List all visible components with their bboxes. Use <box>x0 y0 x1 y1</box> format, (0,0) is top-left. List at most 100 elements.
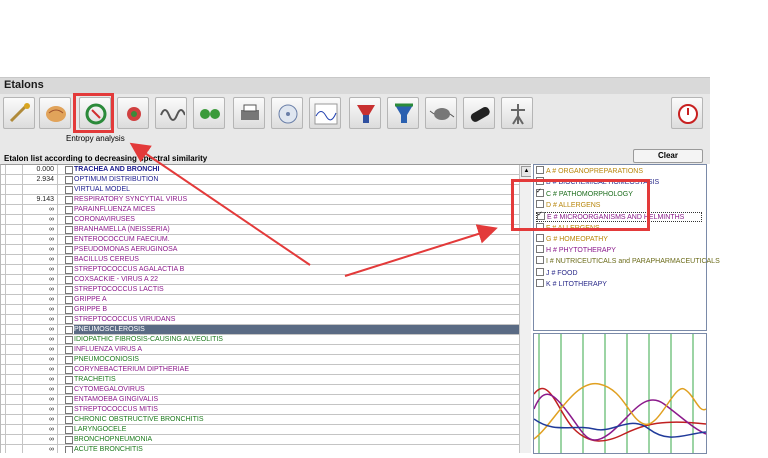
table-row[interactable]: ∞ CHRONIC OBSTRUCTIVE BRONCHITIS <box>1 415 519 425</box>
etalon-name: GRIPPE A <box>74 296 107 303</box>
disk-icon <box>278 104 298 124</box>
scroll-up-arrow-icon[interactable]: ▲ <box>521 166 531 177</box>
etalon-name: BACILLUS CEREUS <box>74 256 139 263</box>
row-checkbox[interactable] <box>65 176 73 184</box>
virus-button[interactable] <box>117 97 149 129</box>
row-checkbox[interactable] <box>65 246 73 254</box>
row-checkbox[interactable] <box>65 376 73 384</box>
row-index-cell <box>5 335 23 344</box>
row-checkbox[interactable] <box>65 296 73 304</box>
table-row[interactable]: ∞ CORONAVIRUSES <box>1 215 519 225</box>
capsule-button[interactable] <box>463 97 495 129</box>
brain-button[interactable] <box>39 97 71 129</box>
bacteria-button[interactable] <box>425 97 457 129</box>
table-row[interactable]: ∞ PARAINFLUENZA MICES <box>1 205 519 215</box>
row-checkbox[interactable] <box>65 406 73 414</box>
table-row[interactable]: ∞ ENTEROCOCCUM FAECIUM. <box>1 235 519 245</box>
row-checkbox[interactable] <box>65 316 73 324</box>
row-checkbox[interactable] <box>65 356 73 364</box>
etalon-name: BRANHAMELLA (NEISSERIA) <box>74 226 170 233</box>
table-row[interactable]: ∞ BACILLUS CEREUS <box>1 255 519 265</box>
etalon-name: TRACHEA AND BRONCHI <box>74 166 160 173</box>
category-item[interactable]: I # NUTRICEUTICALS and PARAPHARMACEUTICA… <box>536 256 720 266</box>
etalon-name: RESPIRATORY SYNCYTIAL VIRUS <box>74 196 188 203</box>
red-funnel-button[interactable] <box>349 97 381 129</box>
category-checkbox[interactable] <box>536 233 544 242</box>
row-checkbox[interactable] <box>65 306 73 314</box>
row-checkbox[interactable] <box>65 336 73 344</box>
row-checkbox[interactable] <box>65 366 73 374</box>
blue-funnel-button[interactable] <box>387 97 419 129</box>
category-checkbox[interactable] <box>536 256 544 265</box>
figure-button[interactable] <box>501 97 533 129</box>
etalon-name: INFLUENZA VIRUS A <box>74 346 143 353</box>
row-checkbox[interactable] <box>65 396 73 404</box>
table-row[interactable]: ∞ STREPTOCOCCUS MITIS <box>1 405 519 415</box>
similarity-value: ∞ <box>23 315 58 324</box>
row-checkbox[interactable] <box>65 386 73 394</box>
table-row[interactable]: ∞ GRIPPE A <box>1 295 519 305</box>
table-row[interactable]: ∞ STREPTOCOCCUS VIRUDANS <box>1 315 519 325</box>
clear-button[interactable]: Clear <box>633 149 703 163</box>
spectrum-button[interactable] <box>155 97 187 129</box>
row-checkbox[interactable] <box>65 216 73 224</box>
category-item[interactable]: K # LITOTHERAPY <box>536 279 607 288</box>
table-row[interactable]: 2.934 OPTIMUM DISTRIBUTION <box>1 175 519 185</box>
table-row[interactable]: ∞ BRONCHOPNEUMONIA <box>1 435 519 445</box>
row-checkbox[interactable] <box>65 236 73 244</box>
table-row[interactable]: ∞ TRACHEITIS <box>1 375 519 385</box>
printer-icon <box>241 104 259 120</box>
category-item[interactable]: A # ORGANOPREPARATIONS <box>536 166 643 175</box>
row-checkbox[interactable] <box>65 276 73 284</box>
table-row[interactable]: ∞ LARYNGOCELE <box>1 425 519 435</box>
table-row[interactable]: 0.000 TRACHEA AND BRONCHI <box>1 165 519 175</box>
wand-button[interactable] <box>3 97 35 129</box>
row-checkbox[interactable] <box>65 196 73 204</box>
table-row[interactable]: ∞ PNEUMOCONIOSIS <box>1 355 519 365</box>
table-row[interactable]: 9.143 RESPIRATORY SYNCYTIAL VIRUS <box>1 195 519 205</box>
table-row[interactable]: ∞ IDIOPATHIC FIBROSIS-CAUSING ALVEOLITIS <box>1 335 519 345</box>
category-item[interactable]: G # HOMEOPATHY <box>536 233 608 243</box>
table-row[interactable]: ∞ GRIPPE B <box>1 305 519 315</box>
row-checkbox[interactable] <box>65 166 73 174</box>
table-row[interactable]: VIRTUAL MODEL <box>1 185 519 195</box>
category-checkbox[interactable] <box>536 267 544 276</box>
category-label: I # NUTRICEUTICALS and PARAPHARMACEUTICA… <box>546 258 720 266</box>
table-row[interactable]: ∞ CORYNEBACTERIUM DIPTHERIAE <box>1 365 519 375</box>
molecule-button[interactable] <box>193 97 225 129</box>
wave-chart-button[interactable] <box>309 97 341 129</box>
printer-button[interactable] <box>233 97 265 129</box>
category-checkbox[interactable] <box>536 166 544 174</box>
wave-chart-icon <box>314 103 338 125</box>
row-checkbox[interactable] <box>65 436 73 444</box>
table-row[interactable]: ∞ STREPTOCOCCUS AGALACTIA B <box>1 265 519 275</box>
row-checkbox[interactable] <box>65 326 73 334</box>
category-item[interactable]: H # PHYTOTHERAPY <box>536 245 616 254</box>
table-row[interactable]: ∞ INFLUENZA VIRUS A <box>1 345 519 355</box>
row-checkbox[interactable] <box>65 266 73 274</box>
row-checkbox[interactable] <box>65 226 73 234</box>
table-row[interactable]: ∞ STREPTOCOCCUS LACTIS <box>1 285 519 295</box>
row-checkbox[interactable] <box>65 346 73 354</box>
disk-button[interactable] <box>271 97 303 129</box>
row-index-cell <box>5 205 23 214</box>
row-checkbox[interactable] <box>65 426 73 434</box>
category-checkbox[interactable] <box>536 279 544 287</box>
row-checkbox[interactable] <box>65 186 73 194</box>
table-row[interactable]: ∞ PSEUDOMONAS AERUGINOSA <box>1 245 519 255</box>
etalon-name: OPTIMUM DISTRIBUTION <box>74 176 159 183</box>
category-item[interactable]: J # FOOD <box>536 267 578 277</box>
row-checkbox[interactable] <box>65 416 73 424</box>
table-row[interactable]: ∞ COXSACKIE - VIRUS A 22 <box>1 275 519 285</box>
table-row[interactable]: ∞ BRANHAMELLA (NEISSERIA) <box>1 225 519 235</box>
table-row[interactable]: ∞ PNEUMOSCLEROSIS <box>1 325 519 335</box>
row-checkbox[interactable] <box>65 256 73 264</box>
blue-funnel-icon <box>395 103 413 123</box>
power-button[interactable] <box>671 97 703 129</box>
category-checkbox[interactable] <box>536 245 544 254</box>
toolbar-tooltip: Entropy analysis <box>66 134 125 143</box>
row-checkbox[interactable] <box>65 286 73 294</box>
table-row[interactable]: ∞ ENTAMOEBA GINGIVALIS <box>1 395 519 405</box>
table-row[interactable]: ∞ CYTOMEGALOVIRUS <box>1 385 519 395</box>
row-checkbox[interactable] <box>65 206 73 214</box>
